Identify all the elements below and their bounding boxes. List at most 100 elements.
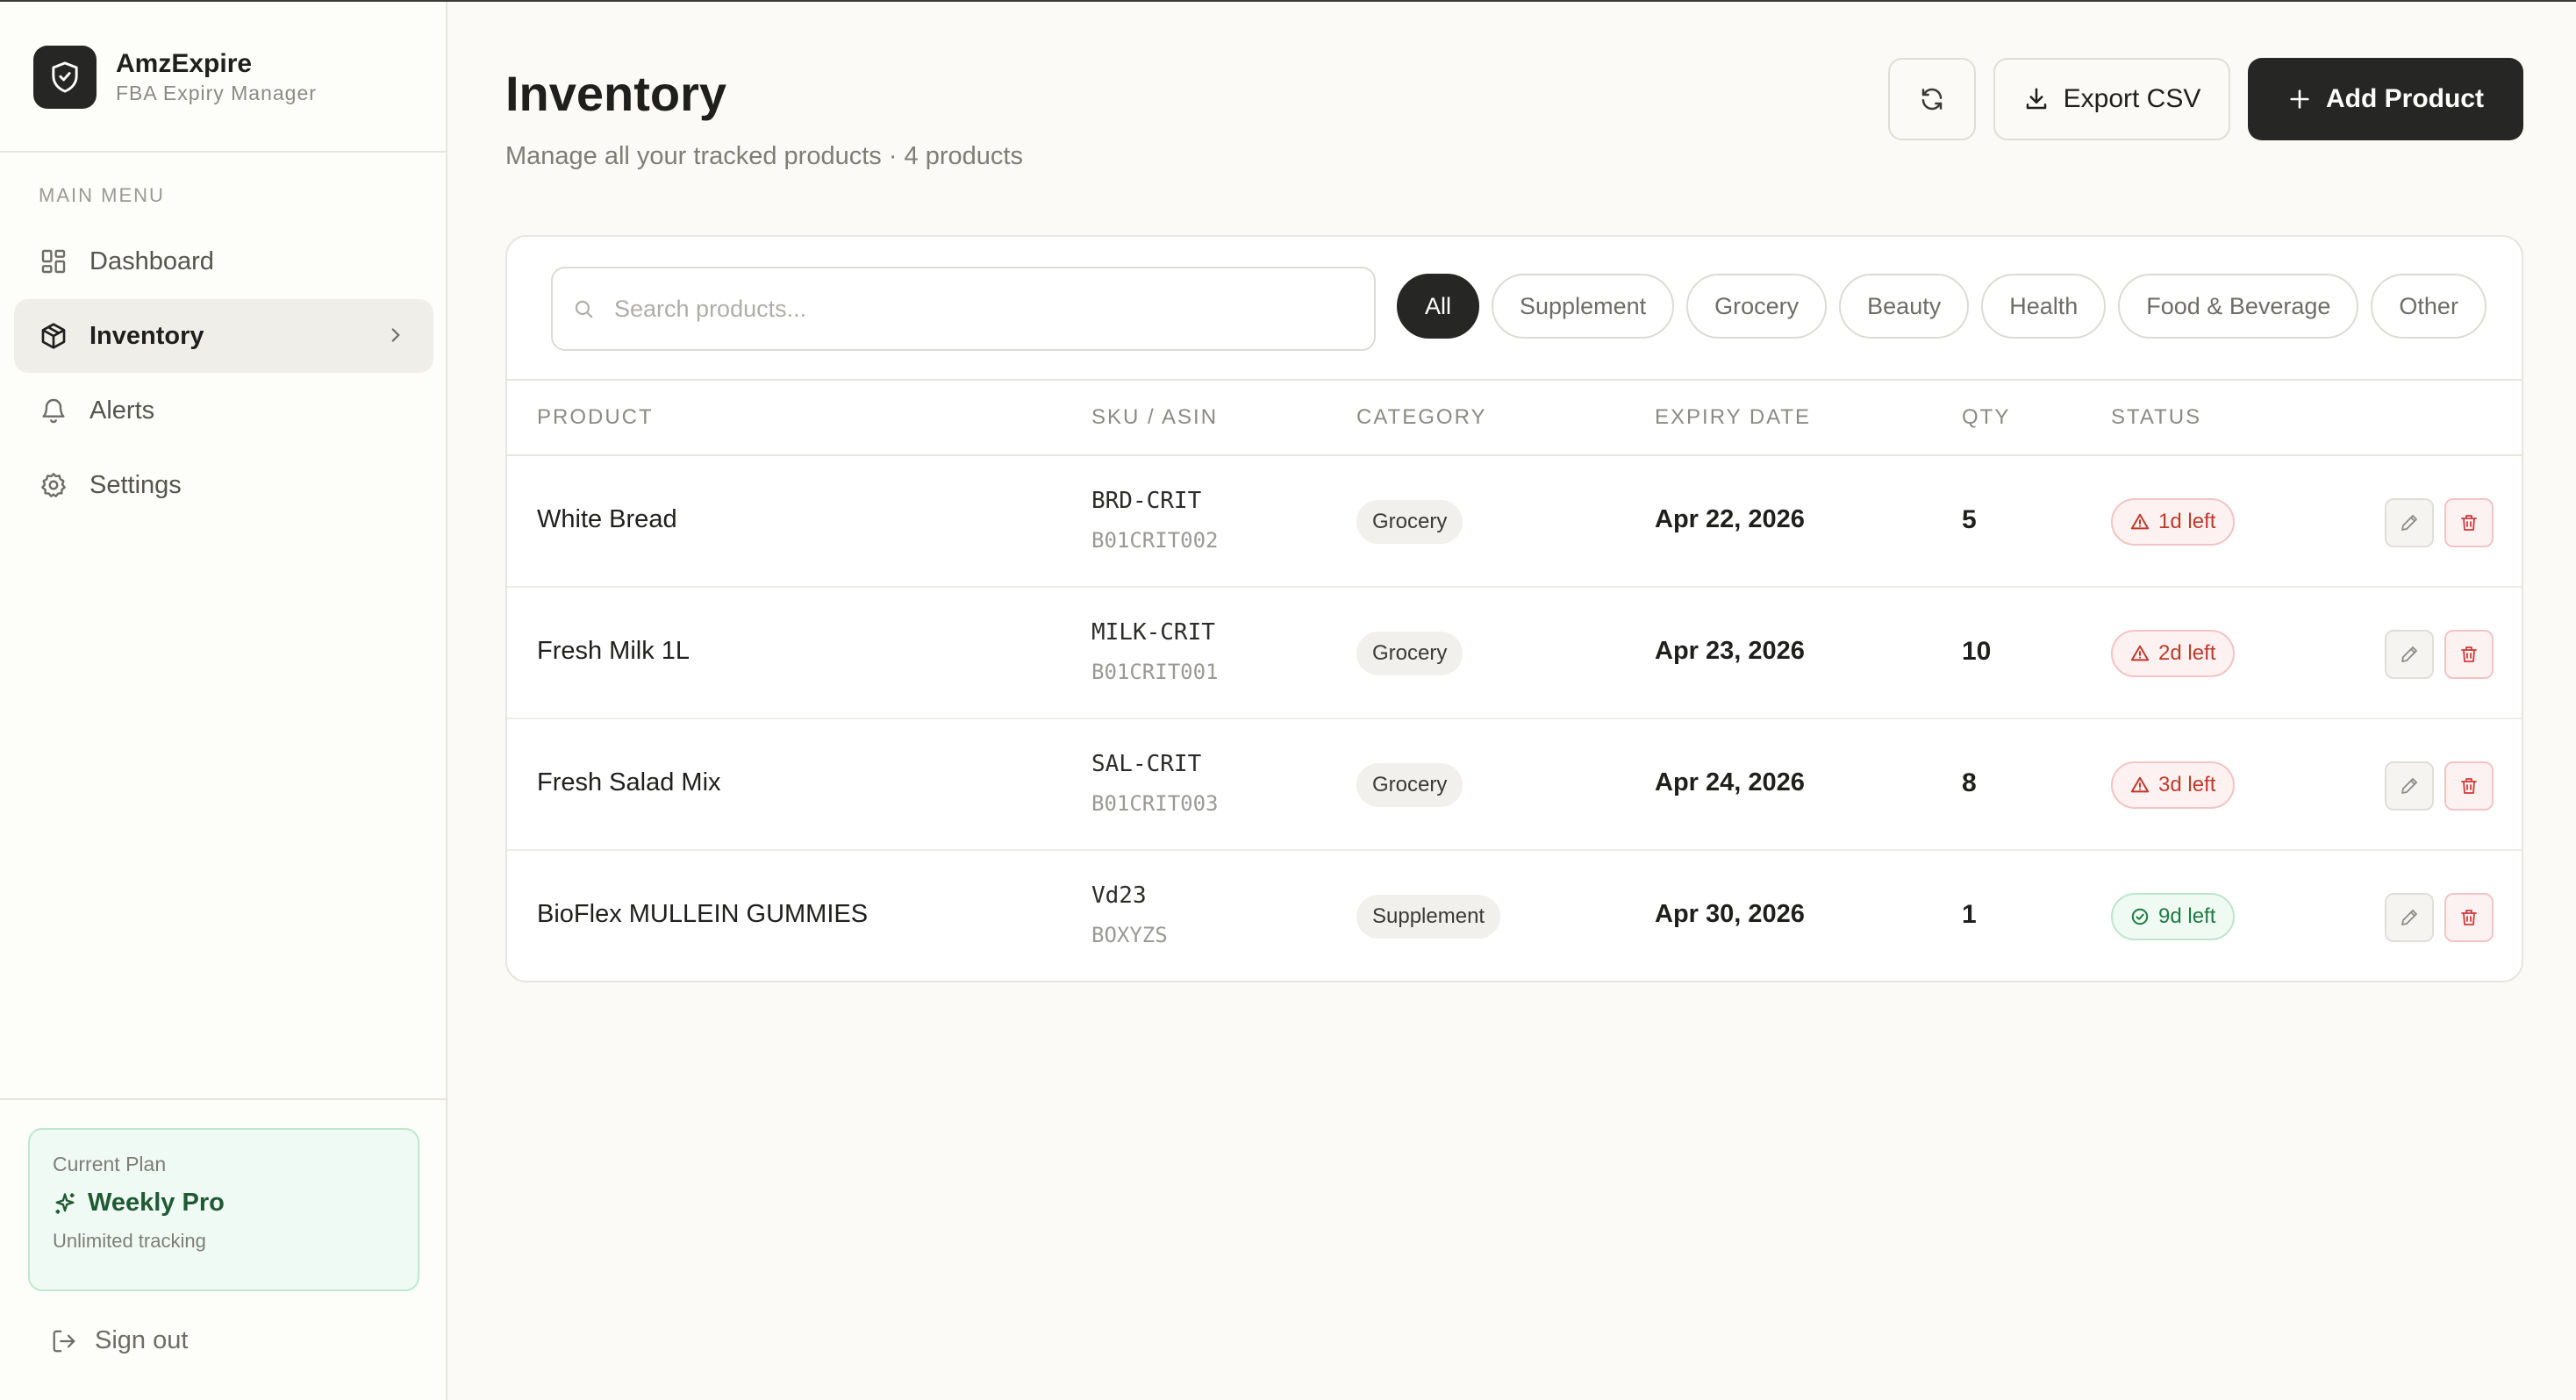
expiry-date: Apr 30, 2026 [1655, 900, 1805, 928]
delete-button[interactable] [2444, 761, 2494, 811]
quantity: 10 [1962, 637, 1992, 666]
filter-grocery[interactable]: Grocery [1686, 274, 1828, 339]
sidebar-item-settings[interactable]: Settings [14, 448, 433, 522]
pencil-icon [2401, 778, 2417, 794]
warning-icon [2130, 775, 2150, 795]
column-header-sku[interactable]: SKU / ASIN [1091, 405, 1218, 430]
status-text: 1d left [2158, 510, 2216, 533]
delete-button[interactable] [2444, 498, 2494, 547]
category-badge: Grocery [1356, 500, 1463, 544]
filter-beauty[interactable]: Beauty [1839, 274, 1970, 339]
plan-card: Current Plan Weekly Pro Unlimited tracki… [28, 1128, 419, 1291]
quantity: 8 [1962, 768, 1977, 797]
product-name: BioFlex MULLEIN GUMMIES [537, 900, 869, 928]
status-badge: 9d left [2111, 893, 2236, 940]
pencil-icon [2401, 515, 2417, 531]
delete-button[interactable] [2444, 630, 2494, 679]
export-csv-label: Export CSV [2063, 84, 2201, 113]
product-name: Fresh Milk 1L [537, 637, 691, 665]
plan-label: Current Plan [53, 1153, 167, 1175]
brand[interactable]: AmzExpire FBA Expiry Manager [33, 46, 317, 109]
divider [0, 1098, 447, 1100]
app-name: AmzExpire [116, 49, 253, 78]
check-circle-icon [2130, 907, 2150, 926]
divider [0, 151, 447, 153]
inventory-card: All Supplement Grocery Beauty Health Foo… [505, 235, 2523, 982]
warning-icon [2130, 512, 2150, 532]
column-header-expiry[interactable]: EXPIRY DATE [1655, 405, 1811, 430]
category-badge: Grocery [1356, 763, 1463, 807]
sidebar-item-dashboard[interactable]: Dashboard [14, 225, 433, 298]
filter-other[interactable]: Other [2371, 274, 2487, 339]
page-title: Inventory [505, 66, 727, 121]
refresh-button[interactable] [1888, 58, 1976, 140]
edit-button[interactable] [2385, 761, 2434, 811]
sidebar-item-label: Inventory [89, 321, 204, 350]
status-text: 9d left [2158, 904, 2216, 928]
table-row[interactable]: Fresh Milk 1L MILK-CRIT B01CRIT001 Groce… [507, 588, 2522, 719]
table-header: PRODUCT SKU / ASIN CATEGORY EXPIRY DATE … [507, 379, 2522, 456]
page-subtitle: Manage all your tracked products · 4 pro… [505, 142, 1023, 170]
edit-button[interactable] [2385, 630, 2434, 679]
quantity: 5 [1962, 505, 1977, 534]
table-row[interactable]: White Bread BRD-CRIT B01CRIT002 Grocery … [507, 456, 2522, 588]
warning-icon [2130, 644, 2150, 663]
export-csv-button[interactable]: Export CSV [1993, 58, 2230, 140]
expiry-date: Apr 24, 2026 [1655, 768, 1805, 796]
trash-icon [2461, 778, 2477, 794]
quantity: 1 [1962, 900, 1977, 929]
bell-icon [39, 396, 68, 425]
table-row[interactable]: Fresh Salad Mix SAL-CRIT B01CRIT003 Groc… [507, 719, 2522, 851]
chevron-right-icon [384, 324, 407, 354]
add-product-button[interactable]: Add Product [2248, 58, 2523, 140]
expiry-date: Apr 22, 2026 [1655, 505, 1805, 533]
product-name: Fresh Salad Mix [537, 768, 721, 796]
edit-button[interactable] [2385, 498, 2434, 547]
sidebar-item-alerts[interactable]: Alerts [14, 374, 433, 447]
sign-out-button[interactable]: Sign out [51, 1326, 188, 1355]
filter-food-beverage[interactable]: Food & Beverage [2118, 274, 2359, 339]
product-sku: MILK-CRIT [1091, 619, 1215, 646]
sidebar-item-label: Alerts [89, 396, 155, 425]
search-box[interactable] [551, 267, 1376, 351]
table-row[interactable]: BioFlex MULLEIN GUMMIES Vd23 BOXYZS Supp… [507, 851, 2522, 981]
status-text: 2d left [2158, 641, 2216, 665]
status-text: 3d left [2158, 773, 2216, 796]
trash-icon [2461, 515, 2477, 531]
column-header-status[interactable]: STATUS [2111, 405, 2201, 430]
delete-button[interactable] [2444, 893, 2494, 942]
filter-all[interactable]: All [1397, 274, 1480, 339]
sidebar-item-label: Dashboard [89, 246, 214, 275]
column-header-category[interactable]: CATEGORY [1356, 405, 1486, 430]
shield-check-icon [33, 46, 97, 109]
sign-out-label: Sign out [95, 1326, 189, 1354]
product-sku: Vd23 [1091, 882, 1147, 909]
product-asin: B01CRIT002 [1091, 528, 1219, 553]
product-asin: B01CRIT001 [1091, 660, 1219, 684]
filter-supplement[interactable]: Supplement [1492, 274, 1675, 339]
package-icon [39, 321, 68, 351]
column-header-qty[interactable]: QTY [1962, 405, 2010, 430]
pencil-icon [2401, 910, 2417, 925]
expiry-date: Apr 23, 2026 [1655, 637, 1805, 665]
product-asin: B01CRIT003 [1091, 791, 1219, 816]
status-badge: 1d left [2111, 498, 2236, 546]
gear-icon [39, 470, 68, 500]
download-icon [2023, 86, 2050, 112]
status-badge: 3d left [2111, 761, 2236, 809]
status-badge: 2d left [2111, 630, 2236, 677]
search-icon [572, 297, 595, 320]
filter-health[interactable]: Health [1981, 274, 2107, 339]
edit-button[interactable] [2385, 893, 2434, 942]
category-badge: Supplement [1356, 895, 1501, 939]
product-name: White Bread [537, 505, 677, 533]
trash-icon [2461, 910, 2477, 925]
sidebar-item-label: Settings [89, 470, 182, 499]
sidebar-item-inventory[interactable]: Inventory [14, 299, 433, 373]
add-product-label: Add Product [2326, 84, 2484, 113]
plan-name-text: Weekly Pro [88, 1189, 225, 1217]
search-input[interactable] [614, 295, 1369, 323]
column-header-product[interactable]: PRODUCT [537, 405, 654, 430]
logout-icon [51, 1328, 77, 1354]
sparkles-icon [53, 1191, 77, 1216]
